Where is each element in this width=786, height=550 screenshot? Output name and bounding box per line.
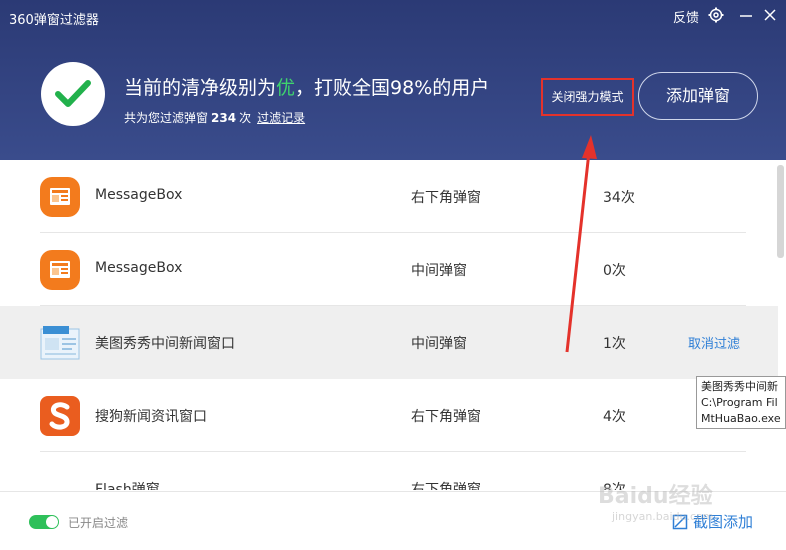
- disable-power-mode-button[interactable]: 关闭强力模式: [541, 78, 634, 116]
- filter-toggle[interactable]: [29, 515, 59, 529]
- filter-records-link[interactable]: 过滤记录: [257, 111, 305, 125]
- popup-type: 右下角弹窗: [411, 409, 481, 425]
- close-icon[interactable]: [761, 6, 779, 24]
- list-item[interactable]: MessageBox 中间弹窗 0次: [0, 233, 778, 306]
- popup-name: 搜狗新闻资讯窗口: [95, 409, 207, 425]
- popup-name: Flash弹窗: [95, 482, 160, 490]
- popup-count: 1次: [603, 336, 626, 352]
- headline-prefix: 当前的清净级别为: [124, 77, 277, 99]
- popup-type: 右下角弹窗: [411, 190, 481, 206]
- popup-type: 中间弹窗: [411, 336, 467, 352]
- baidu-watermark: Baidu经验: [598, 484, 713, 509]
- summary-unit: 次: [239, 111, 252, 125]
- list-item[interactable]: 美图秀秀中间新闻窗口 中间弹窗 1次 取消过滤: [0, 306, 778, 379]
- tooltip-line: MtHuaBao.exe: [701, 412, 781, 425]
- list-item[interactable]: 搜狗新闻资讯窗口 右下角弹窗 4次: [0, 379, 778, 452]
- popup-name: 美图秀秀中间新闻窗口: [95, 336, 235, 352]
- cancel-filter-link[interactable]: 取消过滤: [688, 333, 740, 352]
- add-popup-button[interactable]: 添加弹窗: [638, 72, 758, 120]
- minimize-icon[interactable]: [737, 6, 755, 24]
- summary-prefix: 共为您过滤弹窗: [124, 111, 209, 125]
- status-check-badge: [41, 62, 105, 126]
- messagebox-icon: [40, 250, 80, 290]
- gear-icon[interactable]: [707, 6, 725, 24]
- checkmark-icon: [55, 80, 91, 107]
- popup-list: MessageBox 右下角弹窗 34次 MessageBox 中间弹窗 0次: [0, 160, 778, 490]
- list-scrollbar[interactable]: [777, 165, 784, 258]
- path-tooltip: 美图秀秀中间新 C:\Program Fil MtHuaBao.exe: [696, 376, 786, 429]
- popup-count: 34次: [603, 190, 635, 206]
- tooltip-line: 美图秀秀中间新: [701, 380, 778, 393]
- list-item[interactable]: MessageBox 右下角弹窗 34次: [0, 160, 778, 233]
- popup-type: 中间弹窗: [411, 263, 467, 279]
- tooltip-line: C:\Program Fil: [701, 396, 778, 409]
- header: 360弹窗过滤器 反馈 当前的清净级别为优，打败全国98%的用户 共为您过滤弹窗…: [0, 0, 786, 160]
- flash-window-icon: [40, 469, 80, 490]
- sogou-icon: [40, 396, 80, 436]
- toggle-knob: [46, 516, 58, 528]
- filter-summary: 共为您过滤弹窗 234 次过滤记录: [124, 109, 305, 126]
- popup-type: 右下角弹窗: [411, 482, 481, 490]
- popup-name: MessageBox: [95, 187, 183, 203]
- popup-count: 0次: [603, 263, 626, 279]
- messagebox-icon: [40, 177, 80, 217]
- filter-toggle-label: 已开启过滤: [68, 516, 129, 530]
- grade-label: 优: [276, 77, 296, 99]
- feedback-link[interactable]: 反馈: [673, 7, 699, 26]
- filtered-count: 234: [211, 111, 237, 125]
- app-title: 360弹窗过滤器: [9, 13, 99, 28]
- meitu-news-icon: [40, 323, 80, 363]
- popup-count: 4次: [603, 409, 626, 425]
- headline-suffix: ，打败全国98%的用户: [295, 77, 490, 99]
- baidu-watermark-url: jingyan.baidu.com: [612, 510, 714, 523]
- cleanliness-headline: 当前的清净级别为优，打败全国98%的用户: [124, 73, 489, 100]
- popup-name: MessageBox: [95, 260, 183, 276]
